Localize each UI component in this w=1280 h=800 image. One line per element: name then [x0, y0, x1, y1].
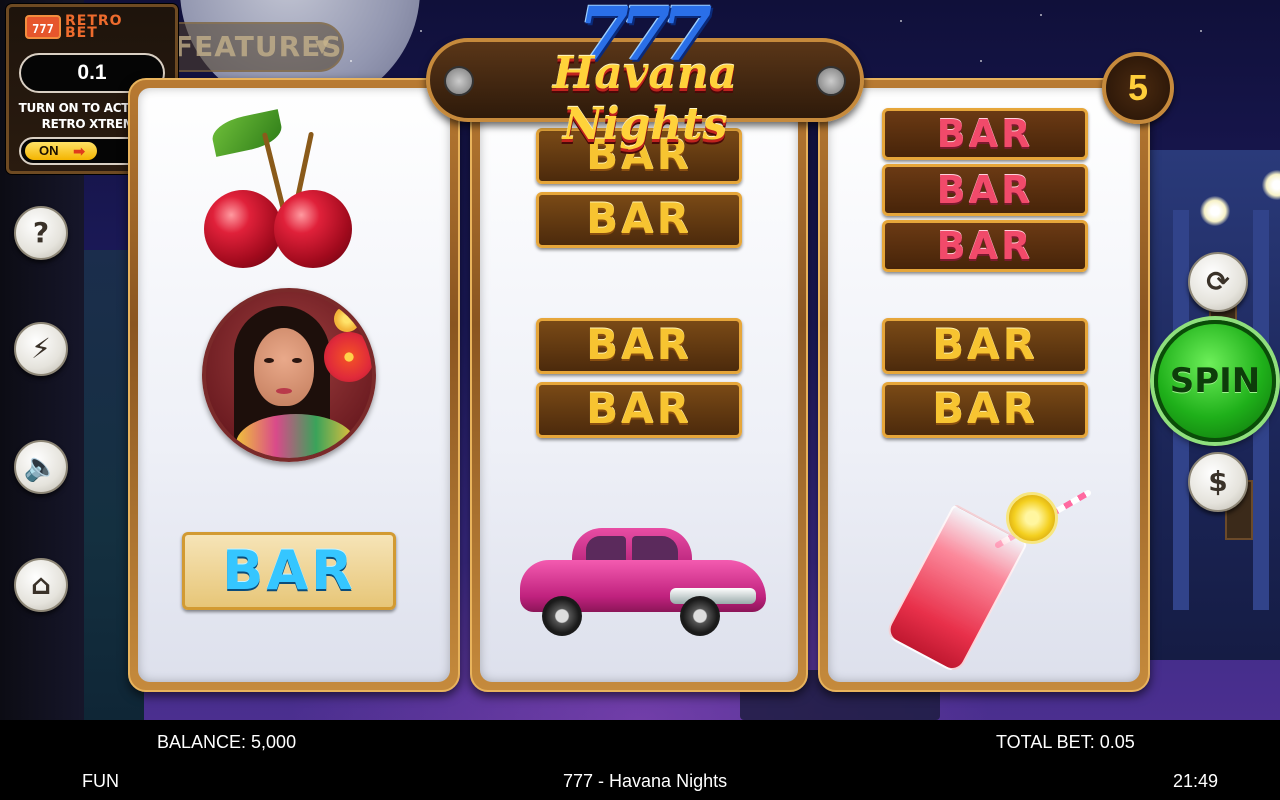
slot-badge-icon: 777 — [25, 15, 61, 39]
clock-text: 21:49 — [1173, 771, 1219, 791]
bar-symbol: BAR — [882, 164, 1088, 216]
street-lamp — [1200, 196, 1230, 226]
reel-2: BAR BAR BAR BAR — [470, 78, 808, 692]
bar-symbol: BAR — [882, 108, 1088, 160]
spin-button[interactable]: SPIN — [1154, 320, 1276, 442]
autoplay-button[interactable]: ⟳ — [1188, 252, 1248, 312]
game-name-text: 777 - Havana Nights — [563, 771, 728, 791]
refresh-icon: ⟳ — [1206, 265, 1230, 298]
turbo-button[interactable]: ⚡ — [14, 322, 68, 376]
dollar-coin-icon: $ — [1208, 465, 1228, 498]
bar-symbol: BAR — [536, 318, 742, 374]
cherry-symbol — [198, 109, 378, 280]
home-icon: ⌂ — [30, 568, 52, 601]
bolt-icon — [816, 66, 846, 96]
bar-symbol: BAR — [536, 382, 742, 438]
status-bar: BALANCE: 5,000 TOTAL BET: 0.05 FUN 777 -… — [0, 720, 1280, 800]
lightning-icon: ⚡ — [31, 332, 51, 365]
bar-symbol: BAR — [882, 220, 1088, 272]
reel-1: BAR — [128, 78, 460, 692]
balance-text: BALANCE: 5,000 — [157, 732, 297, 752]
bar-symbol: BAR — [536, 192, 742, 248]
paylines-indicator: 5 — [1102, 52, 1174, 124]
sound-button[interactable]: 🔈 — [14, 440, 68, 494]
retro-bet-logo: 777 RETRO BET — [25, 14, 123, 40]
home-button[interactable]: ⌂ — [14, 558, 68, 612]
speaker-icon: 🔈 — [23, 450, 59, 483]
game-title-logo: Havana Nights — [552, 48, 738, 150]
play-mode-text: FUN — [82, 771, 119, 791]
total-bet-text: TOTAL BET: 0.05 — [996, 732, 1135, 752]
help-button[interactable]: ? — [14, 206, 68, 260]
reel-3: BAR BAR BAR BAR BAR — [818, 78, 1150, 692]
bar-symbol: BAR — [182, 532, 396, 610]
pink-car-symbol — [520, 518, 770, 638]
bar-symbol: BAR — [882, 382, 1088, 438]
cocktail-symbol — [883, 488, 1093, 675]
chevron-down-icon: ▼ — [315, 36, 330, 57]
question-mark-icon: ? — [32, 216, 50, 249]
bet-settings-button[interactable]: $ — [1188, 452, 1248, 512]
spin-label: SPIN — [1169, 361, 1261, 401]
toggle-on-label: ON — [25, 142, 97, 160]
bar-symbol: BAR — [882, 318, 1088, 374]
lady-portrait-symbol — [202, 288, 376, 462]
